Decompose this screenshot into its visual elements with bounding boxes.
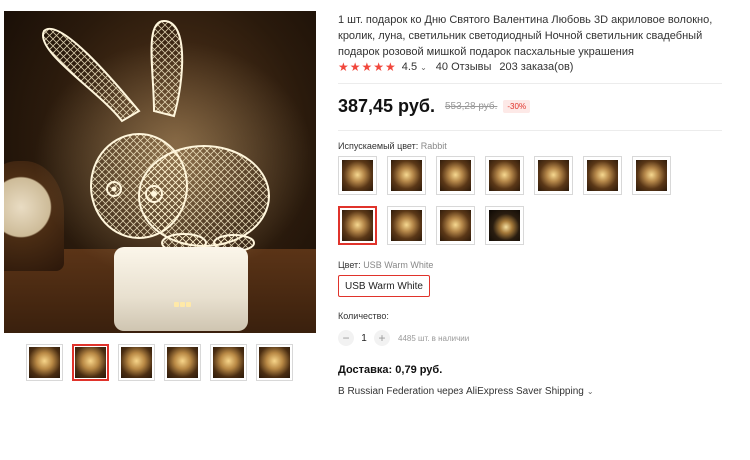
rating-value[interactable]: 4.5	[402, 61, 417, 73]
color-option[interactable]	[436, 156, 475, 195]
color-option-image	[391, 210, 422, 241]
discount-badge: -30%	[503, 100, 531, 113]
thumbnail[interactable]	[210, 344, 247, 381]
color-option-image	[391, 160, 422, 191]
color-options-row-1	[338, 156, 671, 195]
color-option[interactable]	[485, 206, 524, 245]
color-option-image	[489, 210, 520, 241]
thumbnail[interactable]	[164, 344, 201, 381]
emitter-selected-value: USB Warm White	[363, 260, 434, 270]
quantity-stepper: − 1 + 4485 шт. в наличии	[338, 330, 469, 346]
color-option-image	[489, 160, 520, 191]
shipping-method[interactable]: В Russian Federation через AliExpress Sa…	[338, 386, 594, 397]
color-option[interactable]	[338, 156, 377, 195]
orders-count: 203 заказа(ов)	[499, 61, 574, 73]
divider	[338, 130, 722, 131]
shipping-method-text: В Russian Federation через AliExpress Sa…	[338, 386, 584, 397]
thumbnail-strip	[26, 344, 293, 381]
decrement-button[interactable]: −	[338, 330, 354, 346]
color-option[interactable]	[583, 156, 622, 195]
thumbnail-image	[213, 347, 244, 378]
color-option[interactable]	[387, 206, 426, 245]
lamp-base	[114, 247, 248, 331]
thumbnail-image	[121, 347, 152, 378]
main-product-image[interactable]	[4, 11, 316, 333]
star-rating-icon: ★★★★★	[338, 60, 397, 74]
thumbnail[interactable]	[26, 344, 63, 381]
emitter-label: Цвет: USB Warm White	[338, 260, 433, 270]
color-label: Испускаемый цвет: Rabbit	[338, 141, 447, 151]
thumbnail-image	[75, 347, 106, 378]
increment-button[interactable]: +	[374, 330, 390, 346]
price-row: 387,45 руб. 553,28 руб. -30%	[338, 96, 531, 117]
emitter-option-button[interactable]: USB Warm White	[338, 275, 430, 297]
product-title: 1 шт. подарок ко Дню Святого Валентина Л…	[338, 14, 713, 58]
color-option-image	[440, 210, 471, 241]
chevron-down-icon[interactable]: ⌄	[420, 63, 427, 72]
color-option-image	[587, 160, 618, 191]
old-price: 553,28 руб.	[444, 101, 498, 112]
current-price: 387,45 руб.	[338, 96, 435, 116]
color-option-image	[636, 160, 667, 191]
thumbnail-image	[259, 347, 290, 378]
color-option[interactable]	[485, 156, 524, 195]
shipping-cost: Доставка: 0,79 руб.	[338, 364, 443, 376]
thumbnail-image	[167, 347, 198, 378]
led-dot	[180, 302, 185, 307]
chevron-down-icon[interactable]: ⌄	[587, 387, 594, 396]
color-options-row-2	[338, 206, 524, 245]
color-option-image	[440, 160, 471, 191]
led-dot	[186, 302, 191, 307]
color-option-image	[538, 160, 569, 191]
color-selected-value: Rabbit	[420, 141, 447, 151]
thumbnail-image	[29, 347, 60, 378]
quantity-value[interactable]: 1	[354, 333, 374, 344]
color-option[interactable]	[387, 156, 426, 195]
color-option[interactable]	[436, 206, 475, 245]
color-option[interactable]	[534, 156, 573, 195]
quantity-label: Количество:	[338, 311, 389, 321]
color-option[interactable]	[632, 156, 671, 195]
color-label-text: Испускаемый цвет:	[338, 141, 419, 151]
divider	[338, 83, 722, 84]
color-option-image	[342, 160, 373, 191]
rating-row: ★★★★★ 4.5 ⌄ 40 Отзывы 203 заказа(ов)	[338, 60, 573, 74]
color-option-image	[342, 210, 373, 241]
stock-count: 4485 шт. в наличии	[398, 333, 470, 343]
led-dot	[174, 302, 179, 307]
thumbnail[interactable]	[256, 344, 293, 381]
thumbnail[interactable]	[118, 344, 155, 381]
color-option-selected[interactable]	[338, 206, 377, 245]
thumbnail-active[interactable]	[72, 344, 109, 381]
emitter-label-text: Цвет:	[338, 260, 361, 270]
reviews-link[interactable]: 40 Отзывы	[436, 61, 492, 73]
